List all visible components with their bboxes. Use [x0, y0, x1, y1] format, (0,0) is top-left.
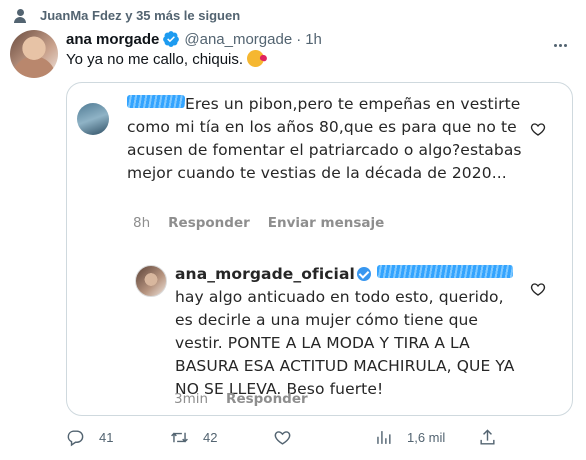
author-handle[interactable]: @ana_morgade [184, 31, 292, 48]
social-context[interactable]: JuanMa Fdez y 35 más le siguen [14, 8, 240, 23]
separator: · [296, 30, 302, 48]
like-button[interactable] [273, 428, 306, 447]
social-context-text[interactable]: JuanMa Fdez y 35 más le siguen [40, 8, 240, 23]
comment-meta: 8h Responder Enviar mensaje [133, 215, 384, 231]
tweet-header: ana morgade @ana_morgade · 1h [66, 30, 322, 48]
reply-meta: 3min Responder [174, 391, 308, 407]
comment-1-text: Eres un pibon,pero te empeñas en vestirt… [127, 95, 522, 182]
commenter-avatar [77, 103, 109, 135]
send-message-label: Enviar mensaje [267, 215, 385, 231]
redacted-username [127, 95, 185, 108]
retweet-icon [171, 432, 188, 443]
more-options-icon[interactable] [554, 36, 572, 54]
comment-2-text: hay algo anticuado en todo esto, querido… [175, 288, 515, 398]
tweet-text: Yo ya no me callo, chiquis. [66, 50, 265, 70]
verified-badge-icon [163, 31, 180, 47]
heart-icon [530, 123, 546, 136]
retweet-button[interactable]: 42 [170, 428, 217, 447]
ig-verified-icon [356, 267, 371, 281]
comment-text: Eres un pibon,pero te empeñas en vestirt… [127, 93, 527, 185]
comment-time: 8h [133, 215, 151, 231]
reply-count: 41 [99, 430, 114, 445]
tweet-text-content: Yo ya no me callo, chiquis. [66, 51, 244, 68]
retweet-count: 42 [203, 430, 218, 445]
tweet-media-image[interactable]: Eres un pibon,pero te empeñas en vestirt… [66, 82, 573, 416]
tweet-actions: 41 42 1,6 mil [66, 428, 573, 452]
reply-label: Responder [168, 215, 250, 231]
avatar[interactable] [10, 30, 58, 78]
share-icon [480, 429, 495, 445]
redacted-mention [376, 265, 513, 278]
kiss-emoji-icon [247, 50, 265, 67]
reply-button[interactable]: 41 [66, 428, 113, 447]
views-count: 1,6 mil [407, 430, 446, 445]
reply-time: 3min [174, 391, 209, 407]
reply-icon [67, 430, 84, 447]
person-icon [0, 9, 40, 23]
views-icon [377, 431, 391, 444]
like-icon [274, 431, 291, 445]
author-name[interactable]: ana morgade [66, 31, 159, 48]
heart-icon [530, 283, 546, 296]
reply-avatar [135, 265, 167, 297]
views-button[interactable]: 1,6 mil [374, 428, 445, 447]
reply-label: Responder [226, 391, 308, 407]
reply-username: ana_morgade_oficial [175, 265, 355, 283]
tweet-time[interactable]: 1h [305, 31, 322, 48]
share-button[interactable] [478, 428, 497, 447]
reply-text: ana_morgade_oficial hay algo anticuado e… [175, 263, 525, 401]
